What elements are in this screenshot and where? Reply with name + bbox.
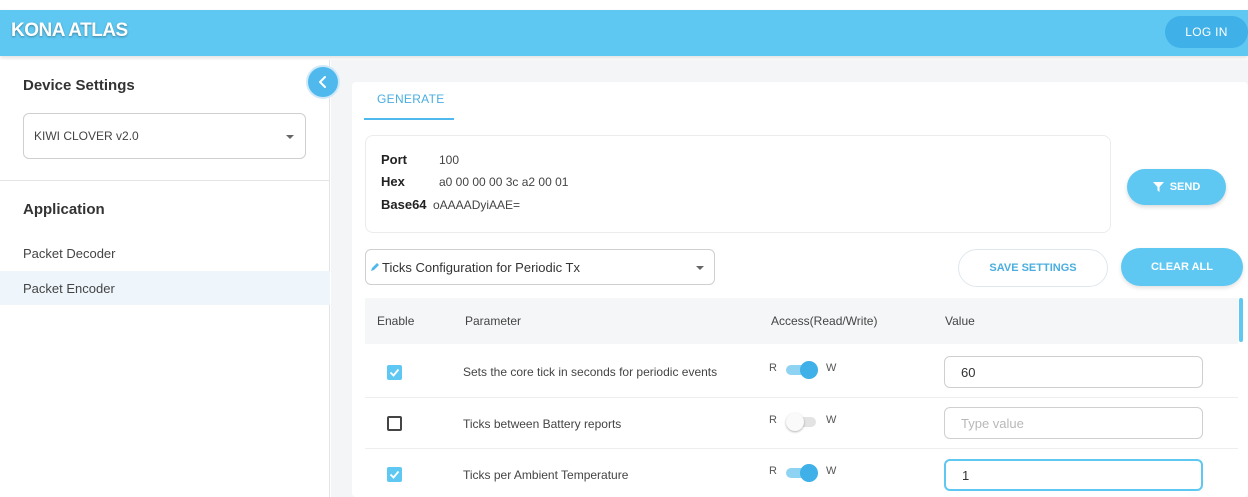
toggle-knob — [786, 413, 804, 431]
header-access: Access(Read/Write) — [771, 314, 878, 328]
sidebar: Device Settings KIWI CLOVER v2.0 Applica… — [0, 60, 330, 497]
send-label: SEND — [1169, 181, 1201, 193]
toggle-knob — [800, 464, 818, 482]
chevron-left-icon — [319, 76, 326, 88]
value-input-text: 1 — [962, 467, 970, 483]
table-row: Ticks per Ambient Temperature R W 1 — [365, 449, 1238, 497]
header-parameter: Parameter — [465, 314, 522, 328]
write-label: W — [826, 465, 837, 477]
toggle-knob — [800, 361, 818, 379]
app-header: KONA ATLAS LOG IN — [0, 10, 1248, 56]
write-toggle[interactable] — [786, 413, 820, 431]
device-select-value: KIWI CLOVER v2.0 — [34, 129, 139, 143]
value-input[interactable]: 60 — [944, 356, 1203, 388]
write-label: W — [826, 362, 837, 374]
hex-label: Hex — [381, 174, 405, 189]
port-label: Port — [381, 152, 407, 167]
sidebar-divider — [0, 180, 330, 181]
parameter-label: Ticks between Battery reports — [463, 417, 622, 431]
enable-checkbox[interactable] — [387, 365, 402, 380]
checkmark-icon — [389, 368, 400, 377]
config-select[interactable]: Ticks Configuration for Periodic Tx — [365, 249, 715, 285]
app-brand: KONA ATLAS — [11, 20, 128, 41]
value-input[interactable]: Type value — [944, 407, 1203, 439]
value-input[interactable]: 1 — [944, 459, 1203, 491]
read-label: R — [769, 362, 777, 374]
enable-checkbox[interactable] — [387, 467, 402, 482]
value-input-text: 60 — [961, 364, 976, 380]
base64-row: Base64 oAAAADyiAAE= — [381, 197, 520, 212]
hex-value: a0 00 00 00 3c a2 00 01 — [439, 175, 569, 189]
tab-generate[interactable]: GENERATE — [377, 92, 445, 106]
table-row: Sets the core tick in seconds for period… — [365, 347, 1238, 398]
parameter-label: Sets the core tick in seconds for period… — [463, 365, 718, 379]
sidebar-item-label: Packet Encoder — [23, 280, 115, 296]
checkmark-icon — [389, 470, 400, 479]
hex-row: Hex a0 00 00 00 3c a2 00 01 — [381, 174, 568, 189]
table-scrollbar[interactable] — [1239, 298, 1243, 342]
base64-value: oAAAADyiAAE= — [433, 198, 521, 212]
table-header: Enable Parameter Access(Read/Write) Valu… — [365, 298, 1238, 344]
caret-down-icon — [286, 135, 294, 139]
device-settings-title: Device Settings — [23, 77, 135, 94]
table-row: Ticks between Battery reports R W Type v… — [365, 398, 1238, 449]
enable-checkbox[interactable] — [387, 416, 402, 431]
port-row: Port 100 — [381, 152, 459, 167]
clear-all-button[interactable]: CLEAR ALL — [1121, 248, 1243, 286]
port-value: 100 — [439, 153, 460, 167]
sidebar-collapse-button[interactable] — [306, 65, 340, 99]
base64-label: Base64 — [381, 197, 427, 212]
header-enable: Enable — [377, 314, 415, 328]
sidebar-item-packet-decoder[interactable]: Packet Decoder — [0, 236, 330, 270]
parameter-label: Ticks per Ambient Temperature — [463, 468, 629, 482]
write-toggle[interactable] — [786, 464, 820, 482]
pencil-icon — [371, 263, 379, 271]
write-label: W — [826, 414, 837, 426]
sidebar-item-packet-encoder[interactable]: Packet Encoder — [0, 271, 330, 305]
filter-icon — [1152, 182, 1164, 192]
device-select[interactable]: KIWI CLOVER v2.0 — [23, 113, 306, 159]
tab-active-indicator — [364, 118, 454, 120]
save-settings-button[interactable]: SAVE SETTINGS — [958, 249, 1108, 287]
login-button[interactable]: LOG IN — [1165, 16, 1248, 48]
header-value: Value — [945, 314, 975, 328]
config-select-value: Ticks Configuration for Periodic Tx — [382, 259, 580, 275]
send-button[interactable]: SEND — [1127, 169, 1226, 205]
value-input-placeholder: Type value — [961, 415, 1024, 431]
caret-down-icon — [696, 266, 704, 270]
sidebar-item-label: Packet Decoder — [23, 245, 116, 261]
read-label: R — [769, 414, 777, 426]
top-bar-area: KONA ATLAS LOG IN — [0, 0, 1248, 60]
application-title: Application — [23, 201, 105, 218]
write-toggle[interactable] — [786, 361, 820, 379]
read-label: R — [769, 465, 777, 477]
